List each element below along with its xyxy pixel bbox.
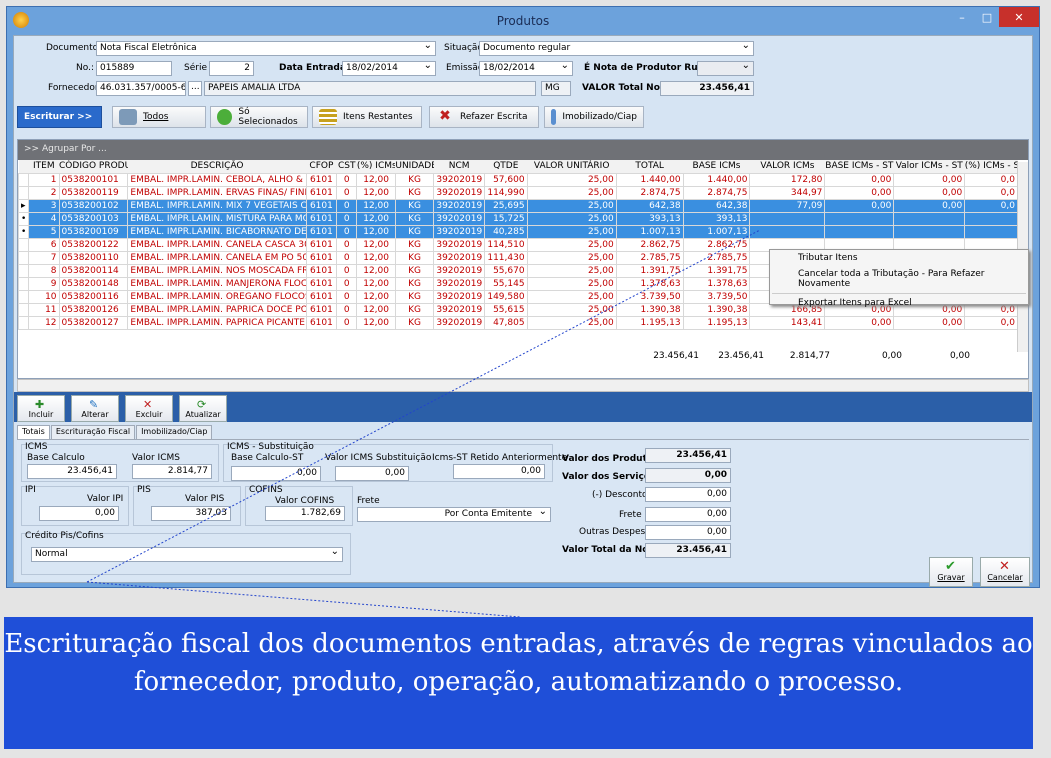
callout-line-menu xyxy=(86,229,761,583)
caption-banner: Escrituração fiscal dos documentos entra… xyxy=(4,617,1033,749)
callout-line-caption xyxy=(86,581,521,618)
